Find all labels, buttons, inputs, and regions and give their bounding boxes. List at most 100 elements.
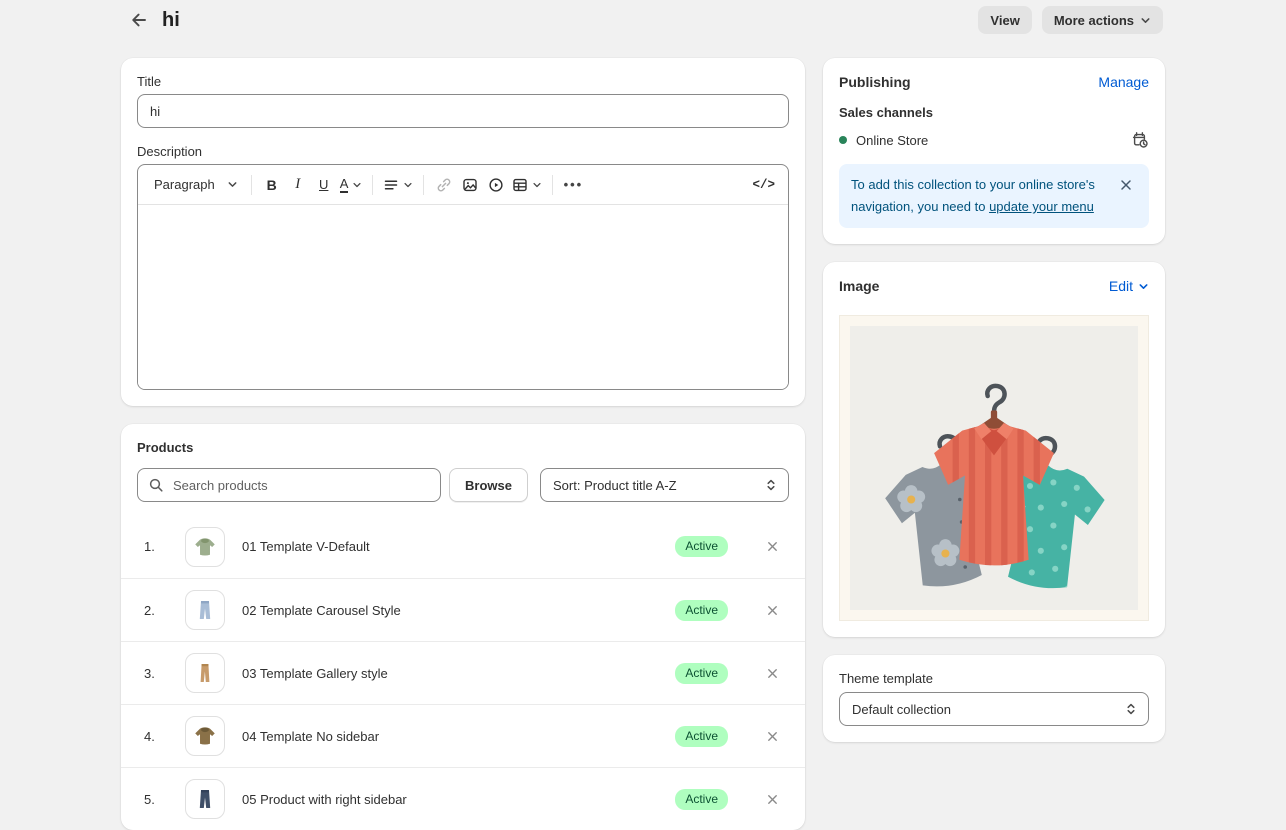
editor-toolbar: Paragraph B I U A: [138, 165, 788, 205]
theme-template-label: Theme template: [839, 671, 1149, 686]
status-badge: Active: [675, 726, 728, 747]
chevron-down-icon: [1138, 281, 1149, 292]
toolbar-divider: [372, 175, 373, 195]
browse-button[interactable]: Browse: [449, 468, 528, 502]
description-label: Description: [137, 144, 789, 159]
product-list: 1. 01 Template V-Default Active: [121, 515, 805, 830]
back-button[interactable]: [125, 6, 153, 34]
insert-video-button[interactable]: [483, 171, 509, 199]
caret-updown-icon: [1124, 702, 1138, 716]
blue-jeans-image: [193, 598, 217, 622]
search-icon: [148, 477, 164, 493]
schedule-calendar-icon[interactable]: [1131, 131, 1149, 149]
close-icon: [766, 793, 779, 806]
italic-button[interactable]: I: [285, 171, 311, 199]
collection-image[interactable]: [839, 315, 1149, 621]
align-left-icon: [383, 177, 399, 193]
search-products-input[interactable]: [171, 477, 430, 494]
products-heading: Products: [121, 440, 805, 455]
dark-jeans-image: [193, 787, 217, 811]
product-title: 02 Template Carousel Style: [242, 603, 401, 618]
sales-channels-heading: Sales channels: [839, 105, 1149, 120]
table-button[interactable]: [509, 171, 545, 199]
top-bar-actions: View More actions: [978, 6, 1163, 34]
title-label: Title: [137, 74, 789, 89]
chevron-down-icon: [352, 180, 362, 190]
chevron-down-icon: [532, 180, 542, 190]
product-title: 03 Template Gallery style: [242, 666, 388, 681]
product-row: 2. 02 Template Carousel Style Active: [121, 578, 805, 641]
publishing-card: Publishing Manage Sales channels Online …: [823, 58, 1165, 244]
status-badge: Active: [675, 536, 728, 557]
status-badge: Active: [675, 789, 728, 810]
toolbar-divider: [251, 175, 252, 195]
status-badge: Active: [675, 600, 728, 621]
remove-product-button[interactable]: [760, 724, 784, 748]
product-title: 01 Template V-Default: [242, 539, 370, 554]
product-search[interactable]: [137, 468, 441, 502]
product-thumbnail: [185, 527, 225, 567]
play-circle-icon: [488, 177, 504, 193]
remove-product-button[interactable]: [760, 787, 784, 811]
main-column: Title Description Paragraph B I: [121, 58, 805, 830]
text-color-button[interactable]: A: [337, 171, 366, 199]
link-button[interactable]: [431, 171, 457, 199]
product-thumbnail: [185, 716, 225, 756]
channel-row: Online Store: [839, 131, 1149, 149]
publishing-heading: Publishing: [839, 74, 911, 90]
brown-hoodie-image: [192, 723, 218, 749]
page: hi View More actions Title Description: [121, 0, 1165, 830]
edit-image-link[interactable]: Edit: [1109, 278, 1149, 294]
paragraph-style-dropdown[interactable]: Paragraph: [148, 171, 244, 199]
description-editor: Paragraph B I U A: [137, 164, 789, 390]
banner-message: To add this collection to your online st…: [851, 174, 1109, 218]
sort-select[interactable]: Sort: Product title A-Z: [540, 468, 789, 502]
close-icon: [1119, 178, 1133, 192]
more-actions-button[interactable]: More actions: [1042, 6, 1163, 34]
image-heading: Image: [839, 278, 879, 294]
channel-status-dot: [839, 136, 847, 144]
bold-button[interactable]: B: [259, 171, 285, 199]
view-button[interactable]: View: [978, 6, 1031, 34]
remove-product-button[interactable]: [760, 661, 784, 685]
title-input[interactable]: [137, 94, 789, 128]
close-icon: [766, 540, 779, 553]
caret-updown-icon: [764, 478, 778, 492]
manage-link[interactable]: Manage: [1098, 74, 1149, 90]
status-badge: Active: [675, 663, 728, 684]
content: Title Description Paragraph B I: [121, 58, 1165, 830]
chevron-down-icon: [227, 179, 238, 190]
link-icon: [436, 177, 452, 193]
update-your-menu-link[interactable]: update your menu: [989, 199, 1094, 214]
theme-template-card: Theme template Default collection: [823, 655, 1165, 742]
theme-template-select[interactable]: Default collection: [839, 692, 1149, 726]
more-formatting-button[interactable]: •••: [560, 171, 586, 199]
dismiss-banner-button[interactable]: [1115, 174, 1137, 196]
product-title: 04 Template No sidebar: [242, 729, 379, 744]
table-icon: [512, 177, 528, 193]
page-title: hi: [162, 9, 180, 32]
product-row: 5. 05 Product with right sidebar Active: [121, 767, 805, 830]
product-row: 4. 04 Template No sidebar Active: [121, 704, 805, 767]
underline-button[interactable]: U: [311, 171, 337, 199]
products-controls: Browse Sort: Product title A-Z: [121, 468, 805, 502]
chevron-down-icon: [403, 180, 413, 190]
close-icon: [766, 730, 779, 743]
close-icon: [766, 604, 779, 617]
info-banner: To add this collection to your online st…: [839, 164, 1149, 228]
channel-name: Online Store: [856, 133, 928, 148]
toolbar-divider: [552, 175, 553, 195]
products-card: Products Browse Sort: Product title A-Z: [121, 424, 805, 830]
toolbar-divider: [423, 175, 424, 195]
remove-product-button[interactable]: [760, 598, 784, 622]
chevron-down-icon: [1140, 15, 1151, 26]
product-title: 05 Product with right sidebar: [242, 792, 407, 807]
code-view-button[interactable]: </>: [749, 171, 778, 199]
green-hoodie-image: [192, 534, 218, 560]
description-textarea[interactable]: [138, 205, 788, 389]
insert-image-button[interactable]: [457, 171, 483, 199]
remove-product-button[interactable]: [760, 535, 784, 559]
alignment-button[interactable]: [380, 171, 416, 199]
product-thumbnail: [185, 779, 225, 819]
product-thumbnail: [185, 590, 225, 630]
